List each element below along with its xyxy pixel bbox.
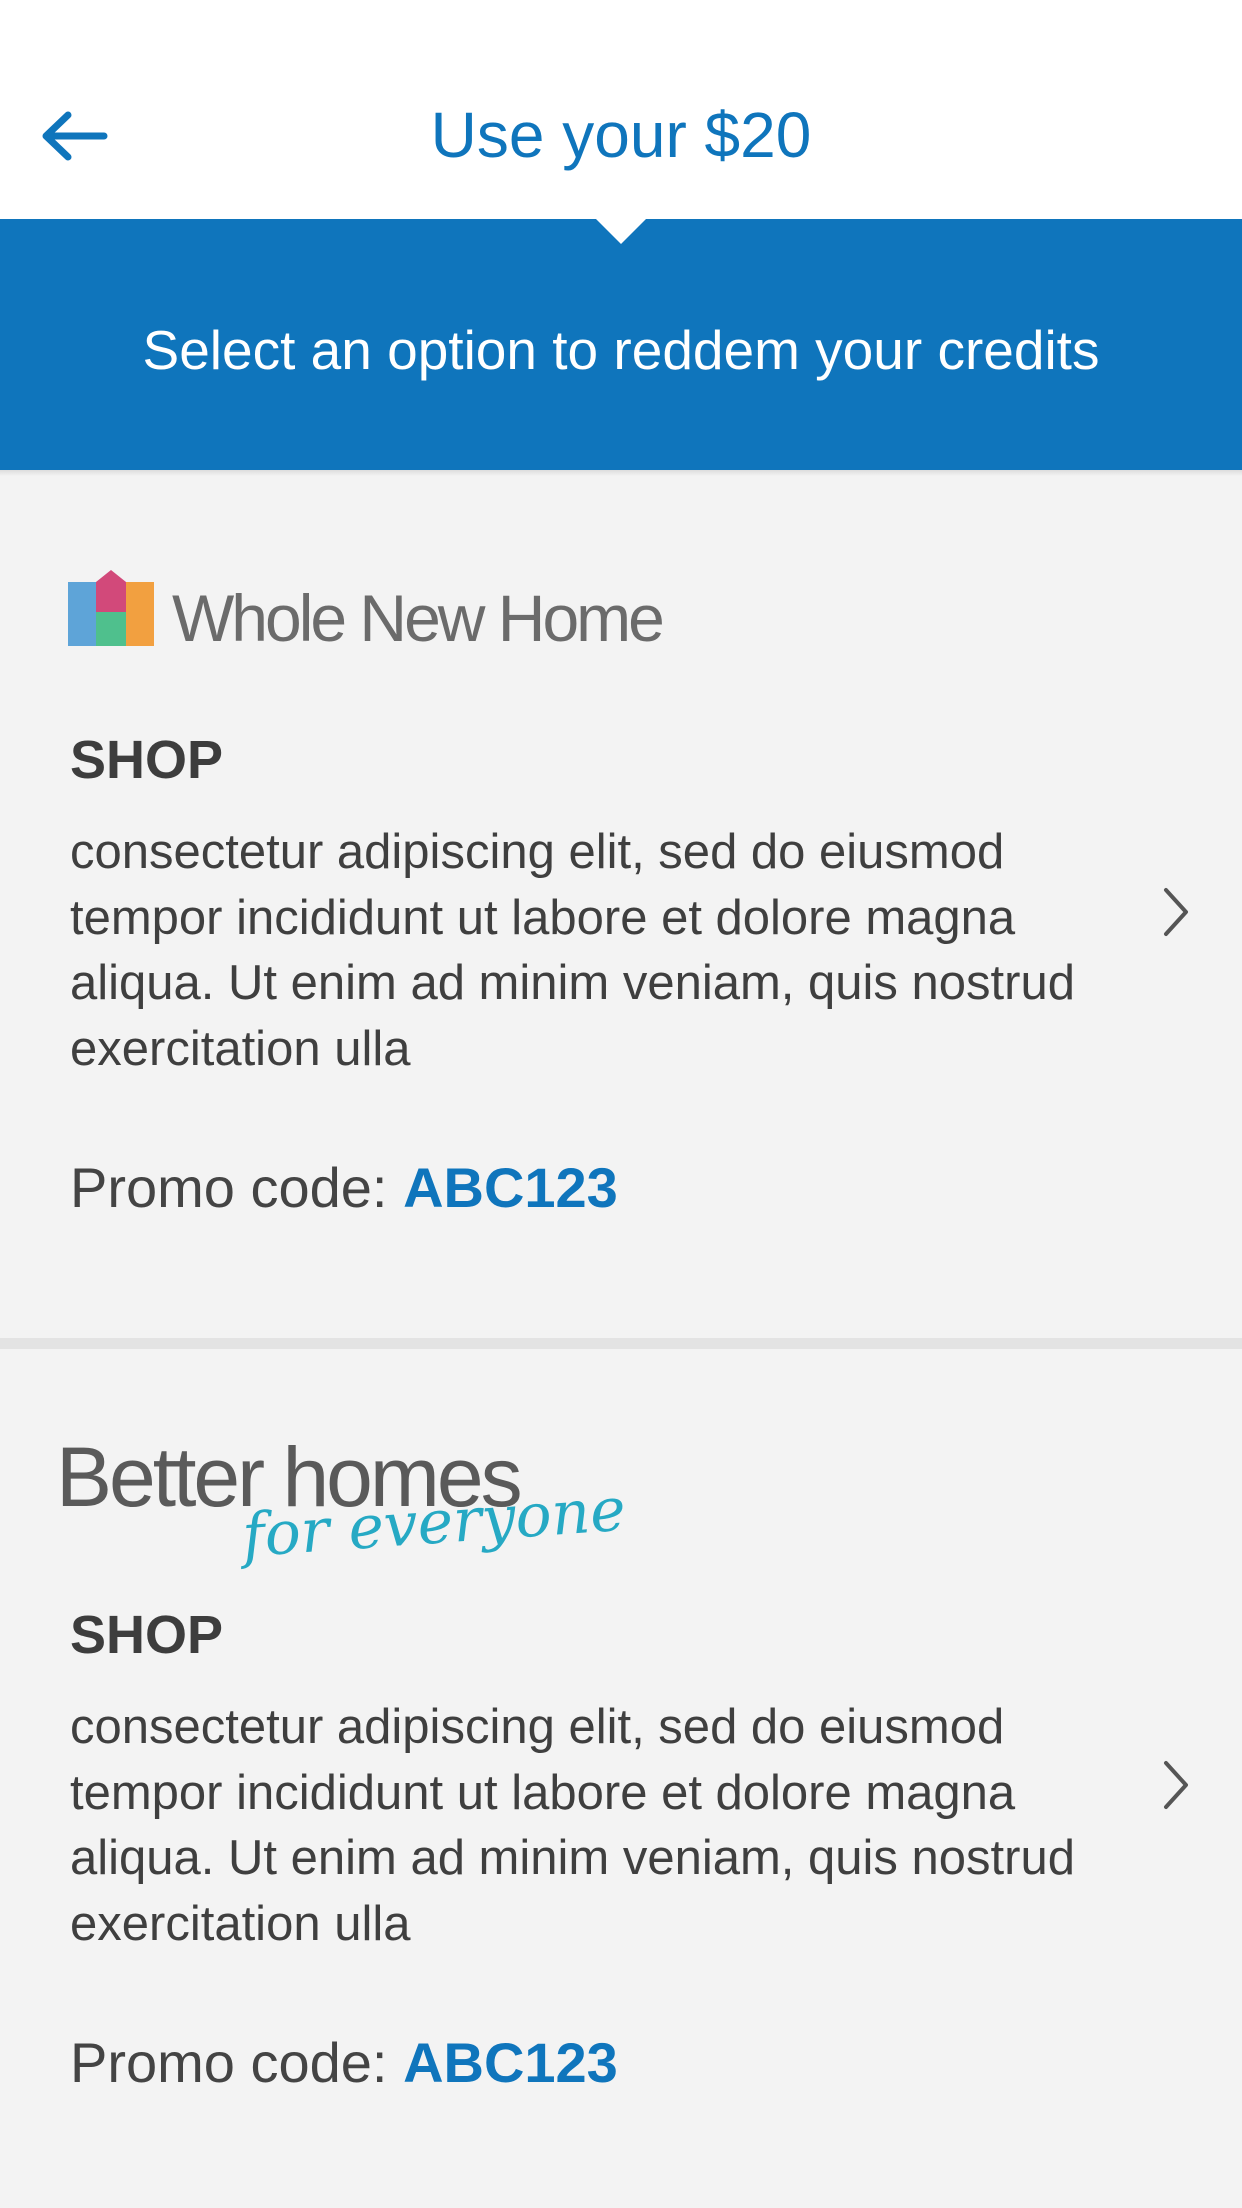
brand-name: Whole New Home <box>172 581 665 655</box>
offer-card-better-homes[interactable]: Better homes for everyone SHOP consectet… <box>0 1349 1242 2208</box>
offer-description: consectetur adipiscing elit, sed do eius… <box>70 1700 1075 1951</box>
banner-notch <box>596 219 646 244</box>
better-homes-logo: Better homes for everyone <box>56 1427 628 1577</box>
card-divider <box>0 1338 1242 1349</box>
whole-new-home-logo: Whole New Home <box>68 570 668 660</box>
promo-label: Promo code: <box>70 1156 388 1219</box>
promo-code[interactable]: ABC123 <box>403 2031 618 2094</box>
chevron-right-icon[interactable] <box>1156 882 1196 942</box>
chevron-right-icon[interactable] <box>1156 1755 1196 1815</box>
banner-text: Select an option to reddem your credits <box>142 319 1100 381</box>
promo-code[interactable]: ABC123 <box>403 1156 618 1219</box>
house-icon <box>68 570 154 646</box>
promo-label: Promo code: <box>70 2031 388 2094</box>
offer-category: SHOP <box>70 730 224 790</box>
offer-card-whole-new-home[interactable]: Whole New Home SHOP consectetur adipisci… <box>0 476 1242 1338</box>
offer-description: consectetur adipiscing elit, sed do eius… <box>70 825 1075 1076</box>
app-header: Use your $20 <box>0 0 1242 219</box>
promo-row: Promo code: ABC123 <box>70 2028 618 2098</box>
offer-category: SHOP <box>70 1605 224 1665</box>
promo-row: Promo code: ABC123 <box>70 1153 618 1223</box>
page-title: Use your $20 <box>430 99 812 171</box>
